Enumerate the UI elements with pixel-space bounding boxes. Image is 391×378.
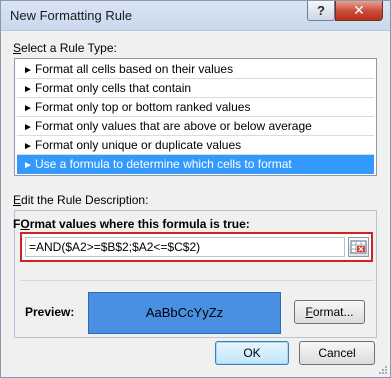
- divider: [20, 280, 373, 281]
- range-selector-icon: [350, 240, 367, 254]
- new-formatting-rule-dialog: New Formatting Rule ? ✕ Select a Rule Ty…: [0, 0, 391, 378]
- cancel-button[interactable]: Cancel: [299, 341, 375, 365]
- arrow-icon: ►: [23, 84, 33, 95]
- resize-grip-icon[interactable]: [378, 365, 388, 375]
- formula-highlight: [20, 232, 373, 262]
- formula-label: FOrmat values where this formula is true…: [13, 217, 250, 231]
- format-button[interactable]: Format...: [294, 300, 365, 324]
- arrow-icon: ►: [23, 103, 33, 114]
- preview-label: Preview:: [25, 305, 75, 319]
- ok-button[interactable]: OK: [215, 341, 289, 365]
- arrow-icon: ►: [23, 65, 33, 76]
- rule-type-list[interactable]: ► Format all cells based on their values …: [14, 58, 377, 176]
- formula-input[interactable]: [25, 237, 345, 257]
- dialog-content: Select a Rule Type: ► Format all cells ba…: [1, 32, 390, 377]
- arrow-icon: ►: [23, 141, 33, 152]
- dialog-title: New Formatting Rule: [10, 8, 133, 23]
- help-button[interactable]: ?: [307, 1, 335, 21]
- title-bar[interactable]: New Formatting Rule ? ✕: [1, 1, 390, 31]
- rule-type-item-selected[interactable]: ► Use a formula to determine which cells …: [17, 155, 374, 174]
- rule-type-label: Select a Rule Type:: [13, 41, 117, 55]
- rule-type-item[interactable]: ► Format only values that are above or be…: [17, 117, 374, 136]
- arrow-icon: ►: [23, 122, 33, 133]
- rule-type-item[interactable]: ► Format only unique or duplicate values: [17, 136, 374, 155]
- preview-sample: AaBbCcYyZz: [88, 292, 281, 334]
- range-selector-button[interactable]: [348, 237, 369, 257]
- close-button[interactable]: ✕: [335, 1, 383, 21]
- rule-type-item[interactable]: ► Format only cells that contain: [17, 79, 374, 98]
- arrow-icon: ►: [23, 160, 33, 171]
- rule-type-item[interactable]: ► Format all cells based on their values: [17, 60, 374, 79]
- rule-description-label: Edit the Rule Description:: [13, 193, 149, 207]
- rule-type-item[interactable]: ► Format only top or bottom ranked values: [17, 98, 374, 117]
